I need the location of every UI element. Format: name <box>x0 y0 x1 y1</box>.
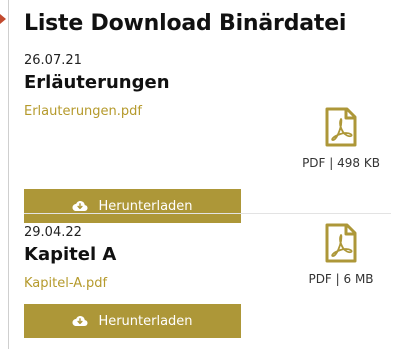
file-meta: PDF | 6 MB <box>291 223 391 287</box>
file-info: PDF | 498 KB <box>302 156 380 170</box>
item-date: 26.07.21 <box>24 53 82 68</box>
file-info: PDF | 6 MB <box>308 272 374 286</box>
item-title: Erläuterungen <box>24 72 170 93</box>
list-item: 26.07.21 Erläuterungen Erlauterungen.pdf… <box>24 53 395 223</box>
cloud-download-icon <box>72 200 88 212</box>
active-marker <box>0 14 6 24</box>
download-button-label: Herunterladen <box>98 198 193 214</box>
download-list-panel: Liste Download Binärdatei 26.07.21 Erläu… <box>8 0 395 349</box>
download-button-label: Herunterladen <box>98 313 193 329</box>
list-item: 29.04.22 Kapitel A Kapitel-A.pdf PDF | 6… <box>24 213 395 349</box>
file-link[interactable]: Kapitel-A.pdf <box>24 275 107 293</box>
item-divider <box>24 213 391 214</box>
file-link[interactable]: Erlauterungen.pdf <box>24 103 142 121</box>
cloud-download-icon <box>72 315 88 327</box>
file-meta: PDF | 498 KB <box>291 107 391 171</box>
pdf-file-icon[interactable] <box>324 107 358 147</box>
list-title: Liste Download Binärdatei <box>24 11 347 36</box>
pdf-file-icon[interactable] <box>324 223 358 263</box>
download-button[interactable]: Herunterladen <box>24 304 241 338</box>
